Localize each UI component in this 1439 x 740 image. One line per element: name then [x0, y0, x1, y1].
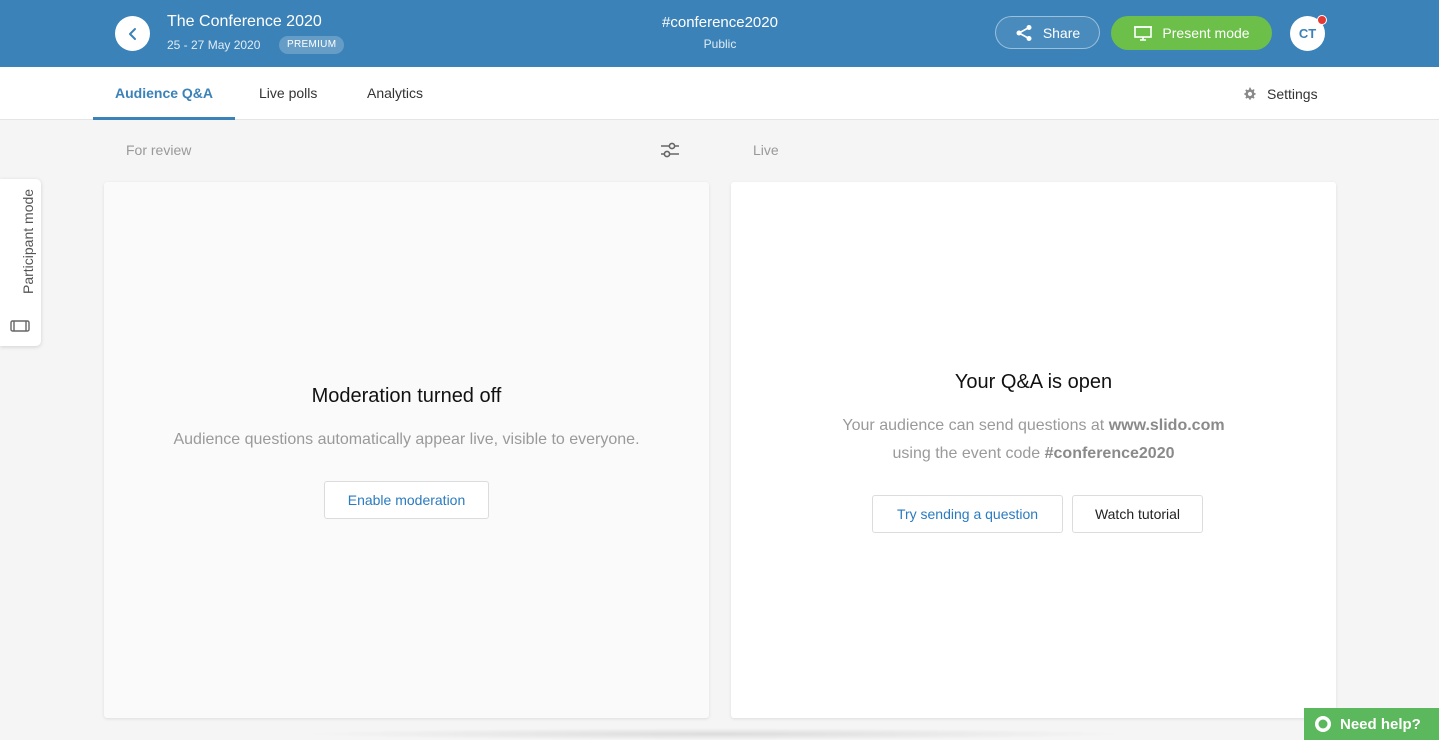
moderation-description: Audience questions automatically appear … — [173, 431, 640, 448]
tab-analytics[interactable]: Analytics — [345, 67, 445, 120]
event-code-strong: #conference2020 — [1044, 445, 1175, 462]
participant-mode-label: Participant mode — [20, 188, 36, 294]
enable-moderation-button[interactable]: Enable moderation — [324, 481, 489, 519]
event-code: #conference2020 — [662, 14, 778, 31]
qa-open-title: Your Q&A is open — [954, 371, 1113, 393]
share-icon — [1016, 24, 1032, 41]
event-privacy: Public — [703, 37, 737, 51]
qa-open-line-2: using the event code #conference2020 — [731, 440, 1336, 468]
qa-open-line-2-text: using the event code — [892, 445, 1045, 462]
chat-bubble-icon — [1315, 716, 1331, 732]
tab-bar: Audience Q&A Live polls Analytics Settin… — [0, 67, 1439, 120]
live-label: Live — [753, 142, 779, 158]
plan-badge: PREMIUM — [279, 36, 345, 54]
share-label: Share — [1042, 24, 1081, 41]
present-mode-label: Present mode — [1162, 25, 1250, 41]
presentation-icon — [1134, 26, 1153, 41]
sliders-icon[interactable] — [660, 141, 680, 159]
moderation-title: Moderation turned off — [311, 385, 502, 407]
event-dates: 25 - 27 May 2020 — [167, 38, 261, 52]
tab-audience-qa[interactable]: Audience Q&A — [93, 67, 236, 120]
need-help-label: Need help? — [1340, 715, 1421, 733]
need-help-button[interactable]: Need help? — [1304, 708, 1439, 740]
device-icon — [10, 320, 30, 332]
settings-label: Settings — [1267, 85, 1318, 102]
slido-url: www.slido.com — [1108, 417, 1225, 434]
try-sending-question-button[interactable]: Try sending a question — [872, 495, 1063, 533]
event-title: The Conference 2020 — [167, 13, 322, 30]
settings-button[interactable]: Settings — [1242, 67, 1318, 120]
qa-open-line-1: Your audience can send questions at www.… — [731, 412, 1336, 440]
watch-tutorial-button[interactable]: Watch tutorial — [1072, 495, 1203, 533]
top-bar: The Conference 2020 25 - 27 May 2020 PRE… — [0, 0, 1439, 67]
share-button[interactable]: Share — [995, 16, 1100, 49]
review-panel: Moderation turned off Audience questions… — [104, 182, 709, 718]
qa-open-line-1-text: Your audience can send questions at — [842, 417, 1109, 434]
chevron-left-icon — [128, 27, 136, 40]
gear-icon — [1244, 87, 1256, 100]
notification-dot — [1317, 15, 1327, 25]
for-review-label: For review — [126, 142, 192, 158]
tab-live-polls[interactable]: Live polls — [237, 67, 339, 120]
back-button[interactable] — [115, 16, 150, 51]
participant-mode-tab[interactable]: Participant mode — [0, 179, 41, 346]
present-mode-button[interactable]: Present mode — [1111, 16, 1272, 50]
live-panel: Your Q&A is open Your audience can send … — [731, 182, 1336, 718]
scroll-shadow — [300, 728, 1130, 740]
